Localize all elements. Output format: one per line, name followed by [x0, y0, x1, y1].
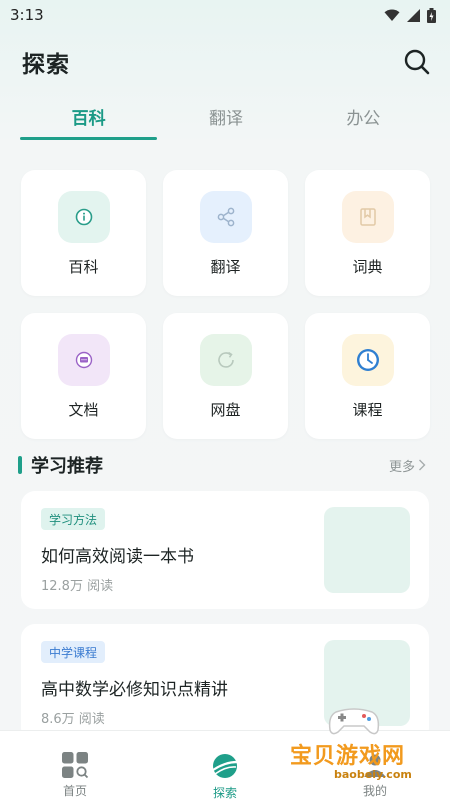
watermark: 宝贝游戏网 baobeiy.com	[290, 704, 440, 794]
tab-translate[interactable]: 翻译	[157, 96, 294, 136]
signal-icon	[407, 8, 420, 22]
search-button[interactable]	[402, 47, 432, 77]
status-time: 3:13	[10, 6, 44, 24]
article-tag: 中学课程	[41, 641, 106, 663]
chevron-right-icon	[419, 459, 426, 471]
article-card[interactable]: 学习方法 如何高效阅读一本书 12.8万 阅读	[21, 491, 429, 609]
watermark-url: baobeiy.com	[334, 768, 412, 781]
status-icons	[384, 7, 436, 23]
grid-label: 词典	[352, 258, 383, 276]
share-icon-box	[199, 191, 252, 243]
refresh-icon-box	[199, 334, 252, 386]
tab-baike[interactable]: 百科	[20, 96, 158, 140]
info-icon	[75, 208, 92, 226]
grid-item-cloud-drive[interactable]: 网盘	[163, 313, 288, 439]
section-header: 学习推荐 更多	[18, 452, 432, 478]
article-read-count: 8.6万 阅读	[41, 712, 105, 727]
grid-item-document[interactable]: 文档	[21, 313, 146, 439]
grid-label: 网盘	[210, 401, 241, 419]
tab-office[interactable]: 办公	[295, 96, 432, 136]
nav-label: 首页	[62, 784, 87, 798]
more-label: 更多	[388, 459, 415, 475]
more-link[interactable]: 更多	[389, 456, 432, 475]
article-tag: 学习方法	[41, 508, 106, 530]
watermark-text: 宝贝游戏网	[290, 744, 406, 769]
chat-icon	[75, 351, 92, 369]
grid-item-translate[interactable]: 翻译	[163, 170, 288, 296]
grid-item-course[interactable]: 课程	[305, 313, 430, 439]
header: 探索	[0, 40, 450, 84]
bookmark-icon-box	[341, 191, 394, 243]
article-thumbnail	[324, 507, 410, 593]
bookmark-icon	[359, 208, 376, 226]
grid-label: 课程	[352, 401, 383, 419]
article-title: 如何高效阅读一本书	[41, 547, 194, 567]
clock-icon-box	[341, 334, 394, 386]
category-tabs: 百科 翻译 办公	[20, 96, 432, 144]
grid-search-icon	[62, 752, 89, 779]
search-icon	[404, 49, 430, 75]
article-read-count: 12.8万 阅读	[41, 579, 114, 594]
grid-label: 文档	[68, 401, 99, 419]
status-bar: 3:13	[0, 0, 450, 30]
section-accent-bar	[18, 456, 22, 474]
wifi-icon	[384, 9, 400, 21]
section-title: 学习推荐	[31, 456, 103, 477]
share-icon	[217, 207, 234, 227]
nav-item-home[interactable]: 首页	[25, 751, 125, 799]
grid-item-dictionary[interactable]: 词典	[305, 170, 430, 296]
info-icon-box	[57, 191, 110, 243]
nav-label: 探索	[212, 786, 237, 800]
grid-label: 百科	[68, 258, 99, 276]
article-title: 高中数学必修知识点精讲	[41, 680, 228, 700]
grid-item-baike[interactable]: 百科	[21, 170, 146, 296]
grid-label: 翻译	[210, 258, 241, 276]
planet-icon	[212, 754, 238, 778]
page-title: 探索	[22, 52, 70, 78]
refresh-icon	[217, 351, 234, 368]
battery-icon	[427, 7, 436, 23]
section-title-wrap: 学习推荐	[18, 452, 103, 478]
clock-icon	[356, 349, 379, 371]
gamepad-icon	[328, 708, 380, 735]
chat-icon-box	[57, 334, 110, 386]
nav-item-explore[interactable]: 探索	[175, 751, 275, 800]
feature-grid: 百科 翻译 词典 文档 网盘 课程	[21, 170, 430, 439]
